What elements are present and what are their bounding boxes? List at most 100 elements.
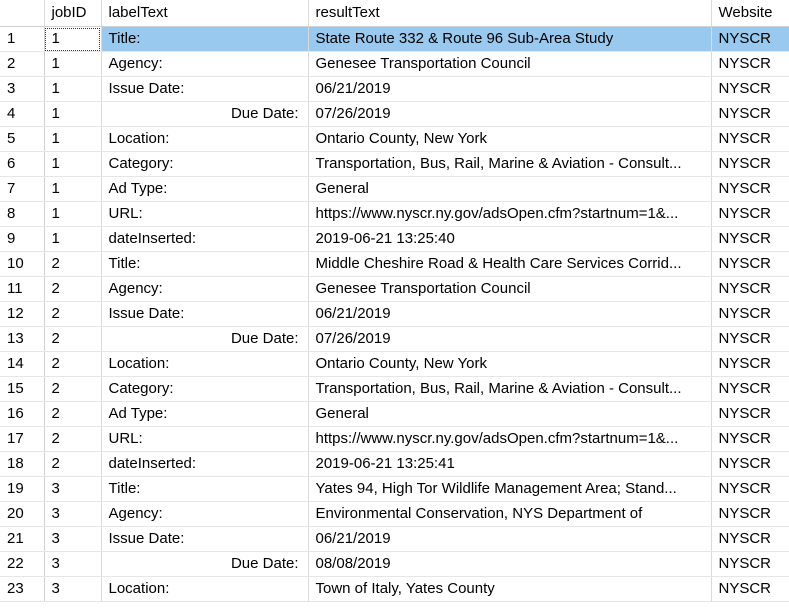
cell-jobid[interactable]: 1	[44, 51, 102, 77]
row-number[interactable]: 12	[0, 301, 45, 327]
table-row[interactable]: 21 3 Issue Date: 06/21/2019 NYSCR	[0, 526, 789, 552]
row-number[interactable]: 10	[0, 251, 45, 277]
table-row[interactable]: 5 1 Location: Ontario County, New York NYSCR	[0, 126, 789, 152]
table-row[interactable]: 1 1 Title: State Route 332 & Route 96 Sub-A…	[0, 26, 789, 52]
cell-resulttext[interactable]: 2019-06-21 13:25:40	[308, 226, 712, 252]
cell-resulttext[interactable]: Town of Italy, Yates County	[308, 576, 712, 602]
cell-jobid[interactable]: 2	[44, 376, 102, 402]
cell-labeltext[interactable]: Issue Date:	[101, 76, 309, 102]
table-row[interactable]: 7 1 Ad Type: General NYSCR	[0, 176, 789, 202]
cell-jobid[interactable]: 3	[44, 476, 102, 502]
row-number[interactable]: 22	[0, 551, 45, 577]
cell-jobid[interactable]: 1	[44, 126, 102, 152]
cell-website[interactable]: NYSCR	[711, 326, 789, 352]
cell-jobid[interactable]: 2	[44, 401, 102, 427]
cell-jobid[interactable]: 1	[44, 151, 102, 177]
cell-jobid[interactable]: 2	[44, 351, 102, 377]
cell-jobid[interactable]: 1	[44, 176, 102, 202]
cell-labeltext[interactable]: URL:	[101, 426, 309, 452]
row-number[interactable]: 19	[0, 476, 45, 502]
cell-labeltext[interactable]: Agency:	[101, 501, 309, 527]
row-number[interactable]: 15	[0, 376, 45, 402]
table-row[interactable]: 10 2 Title: Middle Cheshire Road & Health C…	[0, 251, 789, 277]
table-row[interactable]: 20 3 Agency: Environmental Conservation, NY…	[0, 501, 789, 527]
cell-website[interactable]: NYSCR	[711, 201, 789, 227]
cell-labeltext[interactable]: Ad Type:	[101, 401, 309, 427]
table-row[interactable]: 8 1 URL: https://www.nyscr.ny.gov/adsOpen.c…	[0, 201, 789, 227]
row-number[interactable]: 2	[0, 51, 45, 77]
cell-jobid[interactable]: 1	[44, 201, 102, 227]
cell-labeltext[interactable]: Title:	[101, 476, 309, 502]
cell-website[interactable]: NYSCR	[711, 301, 789, 327]
cell-resulttext[interactable]: Transportation, Bus, Rail, Marine & Avia…	[308, 151, 712, 177]
cell-jobid[interactable]: 1	[44, 226, 102, 252]
table-row[interactable]: 13 2 Due Date: 07/26/2019 NYSCR	[0, 326, 789, 352]
cell-jobid[interactable]: 2	[44, 451, 102, 477]
cell-website[interactable]: NYSCR	[711, 76, 789, 102]
row-number[interactable]: 13	[0, 326, 45, 352]
cell-website[interactable]: NYSCR	[711, 526, 789, 552]
row-number[interactable]: 14	[0, 351, 45, 377]
cell-jobid[interactable]: 2	[44, 251, 102, 277]
cell-resulttext[interactable]: 06/21/2019	[308, 76, 712, 102]
cell-resulttext[interactable]: Ontario County, New York	[308, 351, 712, 377]
cell-jobid[interactable]: 3	[44, 551, 102, 577]
cell-labeltext[interactable]: Title:	[101, 251, 309, 277]
cell-labeltext[interactable]: Location:	[101, 126, 309, 152]
cell-jobid[interactable]: 2	[44, 301, 102, 327]
cell-website[interactable]: NYSCR	[711, 476, 789, 502]
cell-jobid[interactable]: 2	[44, 276, 102, 302]
cell-website[interactable]: NYSCR	[711, 451, 789, 477]
header-labeltext[interactable]: labelText	[101, 0, 309, 27]
cell-jobid[interactable]: 2	[44, 326, 102, 352]
row-number[interactable]: 18	[0, 451, 45, 477]
cell-website[interactable]: NYSCR	[711, 401, 789, 427]
cell-website[interactable]: NYSCR	[711, 501, 789, 527]
cell-labeltext[interactable]: Due Date:	[101, 326, 309, 352]
cell-website[interactable]: NYSCR	[711, 51, 789, 77]
table-row[interactable]: 23 3 Location: Town of Italy, Yates County N…	[0, 576, 789, 602]
cell-website[interactable]: NYSCR	[711, 126, 789, 152]
cell-website[interactable]: NYSCR	[711, 551, 789, 577]
cell-resulttext[interactable]: Middle Cheshire Road & Health Care Servi…	[308, 251, 712, 277]
cell-website[interactable]: NYSCR	[711, 426, 789, 452]
cell-resulttext[interactable]: State Route 332 & Route 96 Sub-Area Stud…	[308, 26, 712, 52]
cell-resulttext[interactable]: 2019-06-21 13:25:41	[308, 451, 712, 477]
cell-labeltext[interactable]: Category:	[101, 151, 309, 177]
row-number[interactable]: 6	[0, 151, 45, 177]
cell-jobid[interactable]: 1	[44, 101, 102, 127]
row-number[interactable]: 5	[0, 126, 45, 152]
cell-labeltext[interactable]: URL:	[101, 201, 309, 227]
cell-resulttext[interactable]: 06/21/2019	[308, 526, 712, 552]
table-row[interactable]: 14 2 Location: Ontario County, New York NYSC…	[0, 351, 789, 377]
cell-resulttext[interactable]: Genesee Transportation Council	[308, 51, 712, 77]
cell-resulttext[interactable]: 07/26/2019	[308, 326, 712, 352]
cell-resulttext[interactable]: https://www.nyscr.ny.gov/adsOpen.cfm?sta…	[308, 426, 712, 452]
row-number[interactable]: 3	[0, 76, 45, 102]
header-rownum[interactable]	[0, 0, 45, 27]
row-number[interactable]: 11	[0, 276, 45, 302]
cell-resulttext[interactable]: 07/26/2019	[308, 101, 712, 127]
row-number[interactable]: 4	[0, 101, 45, 127]
cell-website[interactable]: NYSCR	[711, 101, 789, 127]
cell-resulttext[interactable]: General	[308, 176, 712, 202]
table-row[interactable]: 6 1 Category: Transportation, Bus, Rail, Ma…	[0, 151, 789, 177]
cell-resulttext[interactable]: 08/08/2019	[308, 551, 712, 577]
row-number[interactable]: 9	[0, 226, 45, 252]
cell-labeltext[interactable]: Ad Type:	[101, 176, 309, 202]
row-number[interactable]: 23	[0, 576, 45, 602]
cell-labeltext[interactable]: Due Date:	[101, 101, 309, 127]
cell-labeltext[interactable]: Location:	[101, 576, 309, 602]
cell-labeltext[interactable]: Issue Date:	[101, 301, 309, 327]
cell-resulttext[interactable]: Genesee Transportation Council	[308, 276, 712, 302]
cell-labeltext[interactable]: Category:	[101, 376, 309, 402]
table-row[interactable]: 22 3 Due Date: 08/08/2019 NYSCR	[0, 551, 789, 577]
header-resulttext[interactable]: resultText	[308, 0, 712, 27]
cell-website[interactable]: NYSCR	[711, 276, 789, 302]
cell-labeltext[interactable]: dateInserted:	[101, 226, 309, 252]
row-number[interactable]: 7	[0, 176, 45, 202]
cell-labeltext[interactable]: Due Date:	[101, 551, 309, 577]
cell-website[interactable]: NYSCR	[711, 376, 789, 402]
cell-jobid[interactable]: 3	[44, 526, 102, 552]
cell-labeltext[interactable]: Title:	[101, 26, 309, 52]
